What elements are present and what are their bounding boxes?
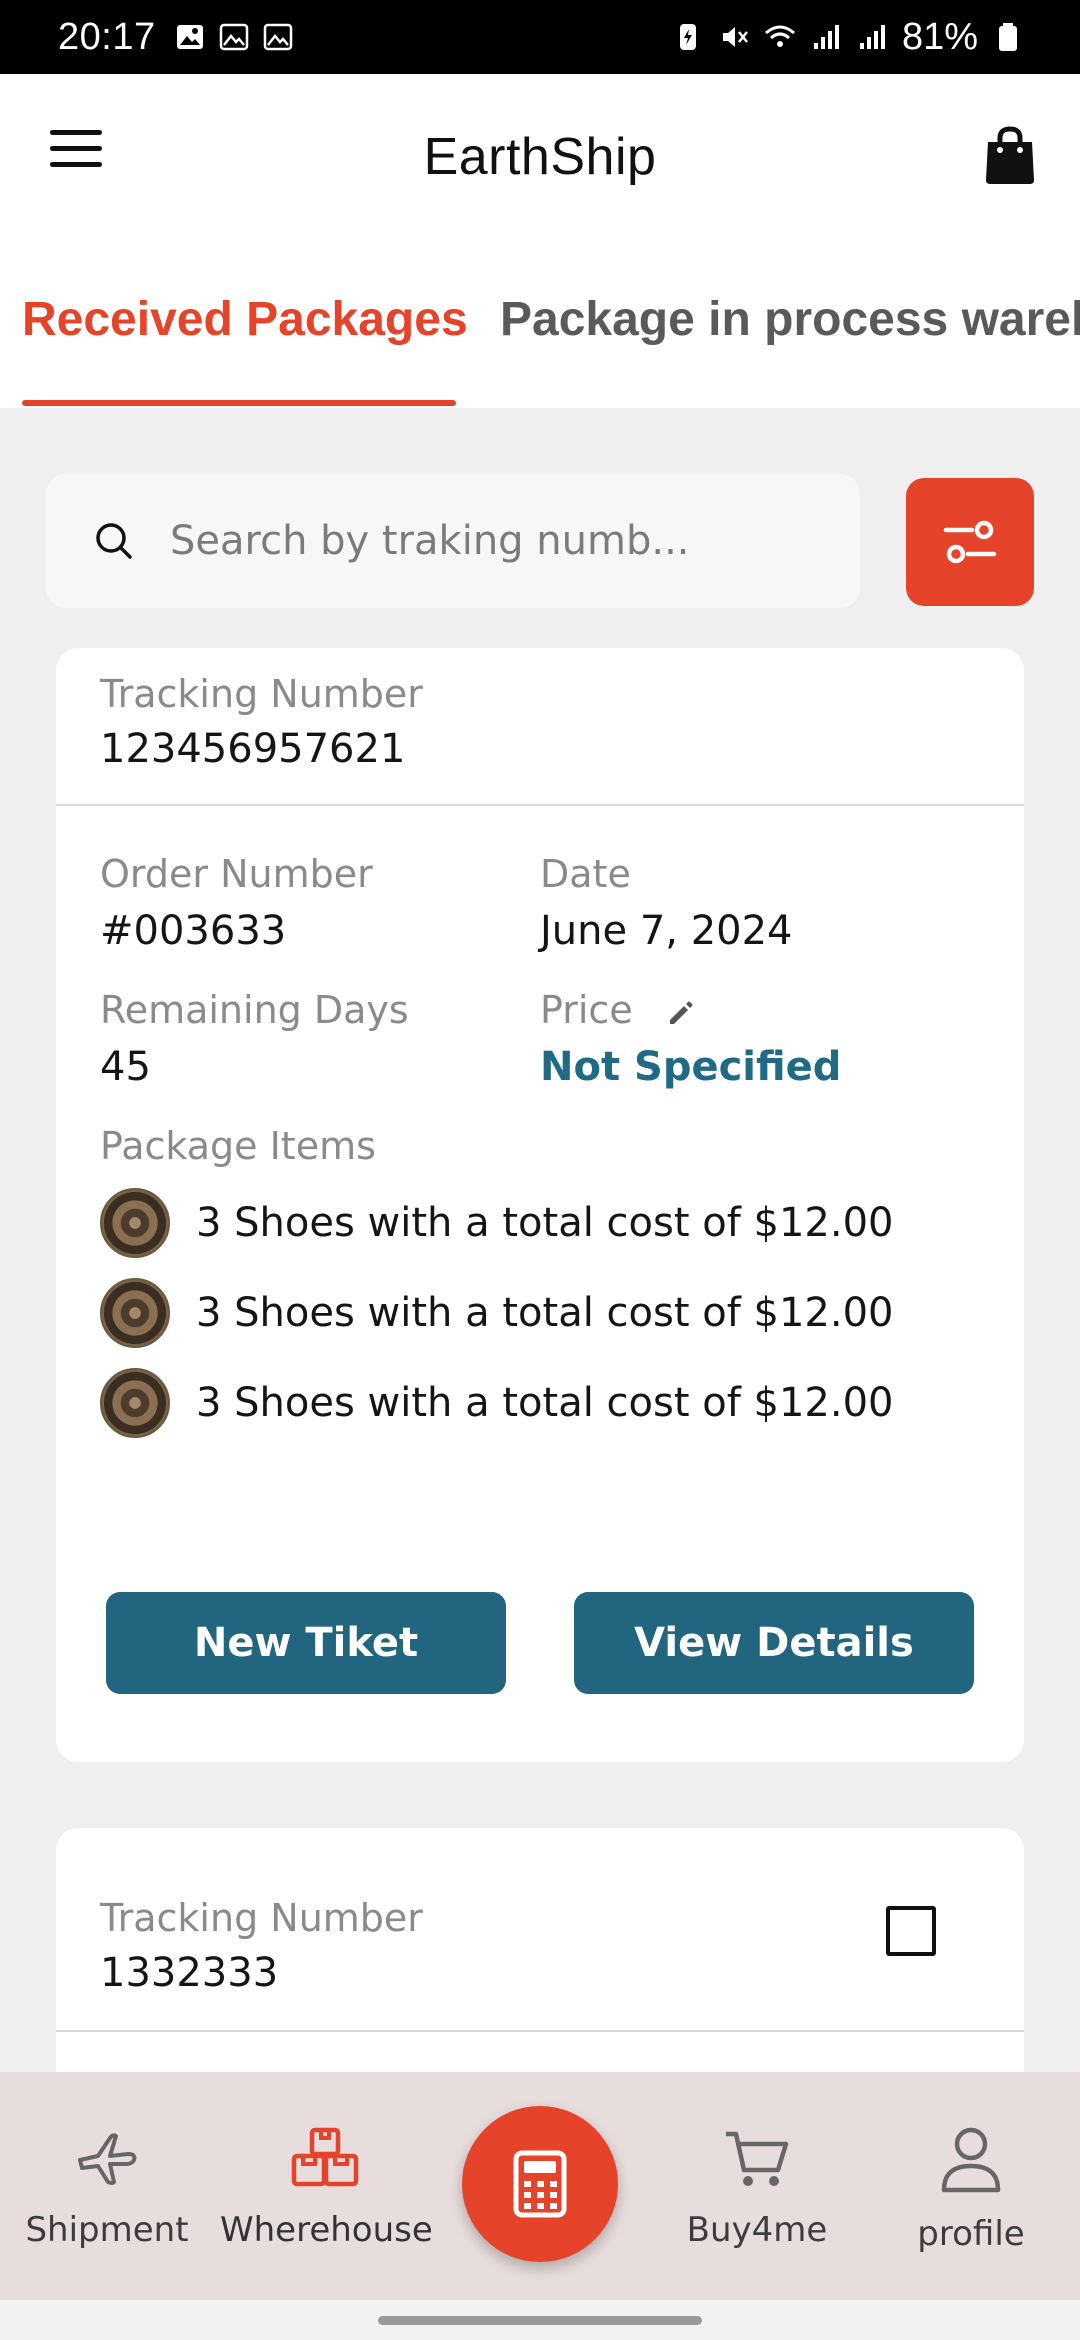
- search-bar: [46, 474, 860, 608]
- active-tab-indicator: [22, 400, 456, 406]
- item-description: 3 Shoes with a total cost of $12.00: [196, 1290, 894, 1336]
- tracking-label: Tracking Number: [100, 1896, 423, 1940]
- cart-icon: [726, 2131, 789, 2186]
- signal-icon: [859, 25, 885, 49]
- nav-buy4me[interactable]: Buy4me: [652, 2126, 862, 2250]
- airplane-icon: [78, 2133, 137, 2185]
- nav-label: Buy4me: [686, 2210, 828, 2250]
- user-icon: [941, 2127, 1001, 2193]
- tracking-number: 1332333: [100, 1950, 279, 1996]
- date-label: Date: [540, 852, 631, 896]
- price-label: Price: [540, 988, 633, 1032]
- item-description: 3 Shoes with a total cost of $12.00: [196, 1380, 894, 1426]
- calculator-button[interactable]: [462, 2106, 618, 2262]
- package-items-label: Package Items: [100, 1124, 376, 1168]
- package-card: Tracking Number 123456957621 Order Numbe…: [56, 648, 1024, 1762]
- card-divider: [56, 804, 1024, 806]
- image-outline-icon: [263, 23, 292, 51]
- image-outline-icon: [219, 23, 248, 51]
- wifi-icon: [764, 25, 795, 47]
- system-icons: 81%: [672, 16, 1024, 59]
- tracking-label: Tracking Number: [100, 672, 423, 716]
- status-bar: 20:17 81%: [0, 0, 1080, 74]
- app-header: EarthShip: [0, 74, 1080, 240]
- status-time: 20:17: [58, 15, 156, 58]
- remaining-days-value: 45: [100, 1044, 151, 1090]
- tab-received-packages[interactable]: Received Packages: [22, 292, 468, 347]
- signal-icon: [813, 25, 839, 49]
- list-item: 3 Shoes with a total cost of $12.00: [100, 1368, 893, 1438]
- search-icon: [96, 523, 132, 559]
- price-value: Not Specified: [540, 1044, 842, 1090]
- view-details-button[interactable]: View Details: [574, 1592, 974, 1694]
- tab-package-in-process[interactable]: Package in process wareh: [500, 292, 1080, 347]
- app-title: EarthShip: [423, 128, 657, 186]
- nav-label: profile: [917, 2214, 1025, 2254]
- item-description: 3 Shoes with a total cost of $12.00: [196, 1200, 894, 1246]
- new-ticket-button[interactable]: New Tiket: [106, 1592, 506, 1694]
- order-label: Order Number: [100, 852, 373, 896]
- mute-icon: [722, 27, 748, 47]
- home-indicator[interactable]: [378, 2316, 702, 2325]
- shopping-bag-icon[interactable]: [982, 124, 1038, 186]
- nav-shipment[interactable]: Shipment: [2, 2126, 212, 2250]
- item-thumbnail: [100, 1368, 170, 1438]
- nav-warehouse[interactable]: Wherehouse: [220, 2126, 433, 2250]
- tracking-number: 123456957621: [100, 726, 406, 772]
- list-item: 3 Shoes with a total cost of $12.00: [100, 1278, 893, 1348]
- calculator-icon: [513, 2150, 567, 2218]
- nav-label: Shipment: [25, 2210, 189, 2250]
- gallery-icon: [176, 25, 203, 49]
- filter-icon: [943, 520, 997, 564]
- tab-bar: Received Packages Package in process war…: [0, 240, 1080, 408]
- filter-button[interactable]: [906, 478, 1034, 606]
- item-thumbnail: [100, 1188, 170, 1258]
- hamburger-icon[interactable]: [50, 130, 108, 178]
- date-value: June 7, 2024: [540, 908, 793, 954]
- search-input[interactable]: [170, 518, 810, 564]
- notification-icons: [174, 21, 294, 53]
- order-number: #003633: [100, 908, 287, 954]
- battery-icon: [999, 23, 1017, 51]
- nav-label: Wherehouse: [220, 2210, 433, 2250]
- item-thumbnail: [100, 1278, 170, 1348]
- boxes-icon: [291, 2127, 359, 2187]
- card-divider: [56, 2030, 1024, 2032]
- battery-saver-icon: [679, 24, 696, 50]
- battery-percent: 81%: [901, 15, 978, 58]
- select-checkbox[interactable]: [886, 1906, 936, 1956]
- list-item: 3 Shoes with a total cost of $12.00: [100, 1188, 893, 1258]
- nav-profile[interactable]: profile: [866, 2126, 1076, 2254]
- edit-pencil-icon[interactable]: [666, 998, 696, 1028]
- remaining-days-label: Remaining Days: [100, 988, 409, 1032]
